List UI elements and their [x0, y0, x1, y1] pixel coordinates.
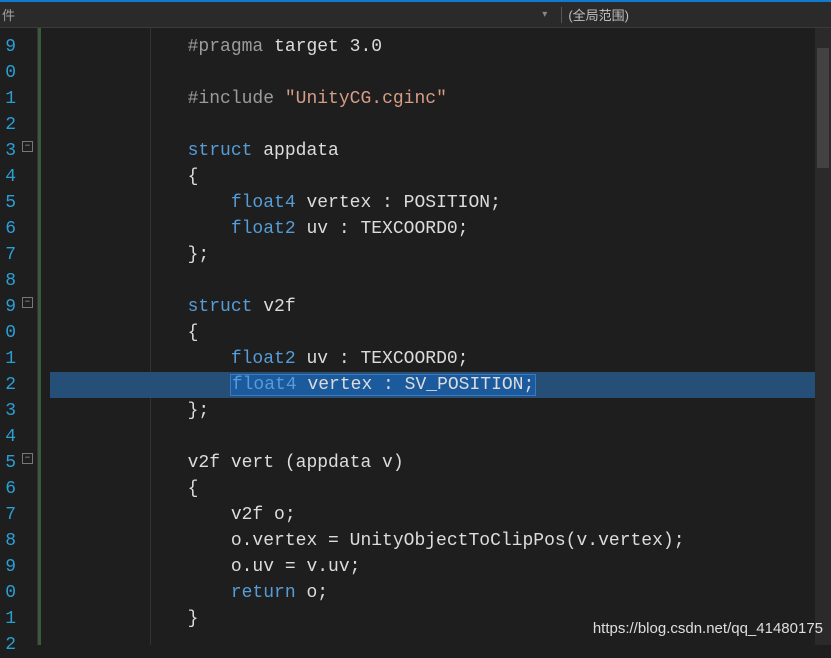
- line-number: 0: [0, 60, 18, 86]
- code-line[interactable]: [50, 424, 831, 450]
- line-number: 1: [0, 346, 18, 372]
- line-number: 6: [0, 216, 18, 242]
- code-line[interactable]: struct v2f: [50, 294, 831, 320]
- line-number: 5: [0, 450, 18, 476]
- line-number: 6: [0, 476, 18, 502]
- watermark-text: https://blog.csdn.net/qq_41480175: [593, 620, 823, 637]
- code-line[interactable]: #include "UnityCG.cginc": [50, 86, 831, 112]
- code-line[interactable]: {: [50, 164, 831, 190]
- line-number: 9: [0, 554, 18, 580]
- top-toolbar: 件 ▾ (全局范围): [0, 0, 831, 28]
- code-line[interactable]: struct appdata: [50, 138, 831, 164]
- line-number: 1: [0, 606, 18, 632]
- code-line[interactable]: [50, 112, 831, 138]
- dropdown-arrow-icon: ▾: [542, 9, 547, 20]
- line-number: 8: [0, 528, 18, 554]
- line-number: 4: [0, 424, 18, 450]
- file-label: 件: [2, 5, 15, 24]
- code-line[interactable]: return o;: [50, 580, 831, 606]
- line-number: 9: [0, 34, 18, 60]
- code-line[interactable]: {: [50, 320, 831, 346]
- code-line[interactable]: float4 vertex : POSITION;: [50, 190, 831, 216]
- line-number: 3: [0, 138, 18, 164]
- line-number: 2: [0, 632, 18, 658]
- code-editor[interactable]: 9 0 1 2 3 4 5 6 7 8 9 0 1 2 3 4 5 6 7 8 …: [0, 28, 831, 645]
- toolbar-divider: [561, 7, 562, 23]
- code-line[interactable]: #pragma target 3.0: [50, 34, 831, 60]
- scrollbar-thumb[interactable]: [817, 48, 829, 168]
- fold-column: − − −: [18, 28, 38, 645]
- code-line[interactable]: v2f o;: [50, 502, 831, 528]
- code-line[interactable]: float2 uv : TEXCOORD0;: [50, 216, 831, 242]
- code-line[interactable]: [50, 60, 831, 86]
- line-number: 0: [0, 320, 18, 346]
- scope-dropdown[interactable]: ▾ (全局范围): [542, 5, 829, 24]
- line-number: 5: [0, 190, 18, 216]
- code-line[interactable]: v2f vert (appdata v): [50, 450, 831, 476]
- vertical-scrollbar[interactable]: [815, 28, 831, 645]
- line-number: 9: [0, 294, 18, 320]
- line-number-gutter: 9 0 1 2 3 4 5 6 7 8 9 0 1 2 3 4 5 6 7 8 …: [0, 28, 18, 645]
- line-number: 7: [0, 502, 18, 528]
- code-line[interactable]: {: [50, 476, 831, 502]
- line-number: 8: [0, 268, 18, 294]
- code-line[interactable]: o.uv = v.uv;: [50, 554, 831, 580]
- code-line[interactable]: float2 uv : TEXCOORD0;: [50, 346, 831, 372]
- line-number: 0: [0, 580, 18, 606]
- code-area[interactable]: #pragma target 3.0 #include "UnityCG.cgi…: [50, 28, 831, 645]
- line-number: 7: [0, 242, 18, 268]
- line-number: 3: [0, 398, 18, 424]
- line-number: 4: [0, 164, 18, 190]
- line-number: 2: [0, 372, 18, 398]
- fold-minus-icon[interactable]: −: [22, 141, 33, 152]
- fold-minus-icon[interactable]: −: [22, 297, 33, 308]
- line-number: 2: [0, 112, 18, 138]
- scope-label: (全局范围): [568, 5, 629, 24]
- code-line[interactable]: };: [50, 398, 831, 424]
- code-line[interactable]: o.vertex = UnityObjectToClipPos(v.vertex…: [50, 528, 831, 554]
- change-margin: [38, 28, 50, 645]
- line-number: 1: [0, 86, 18, 112]
- code-line-selected[interactable]: float4 vertex : SV_POSITION;: [50, 372, 831, 398]
- code-line[interactable]: };: [50, 242, 831, 268]
- fold-minus-icon[interactable]: −: [22, 453, 33, 464]
- code-line[interactable]: [50, 268, 831, 294]
